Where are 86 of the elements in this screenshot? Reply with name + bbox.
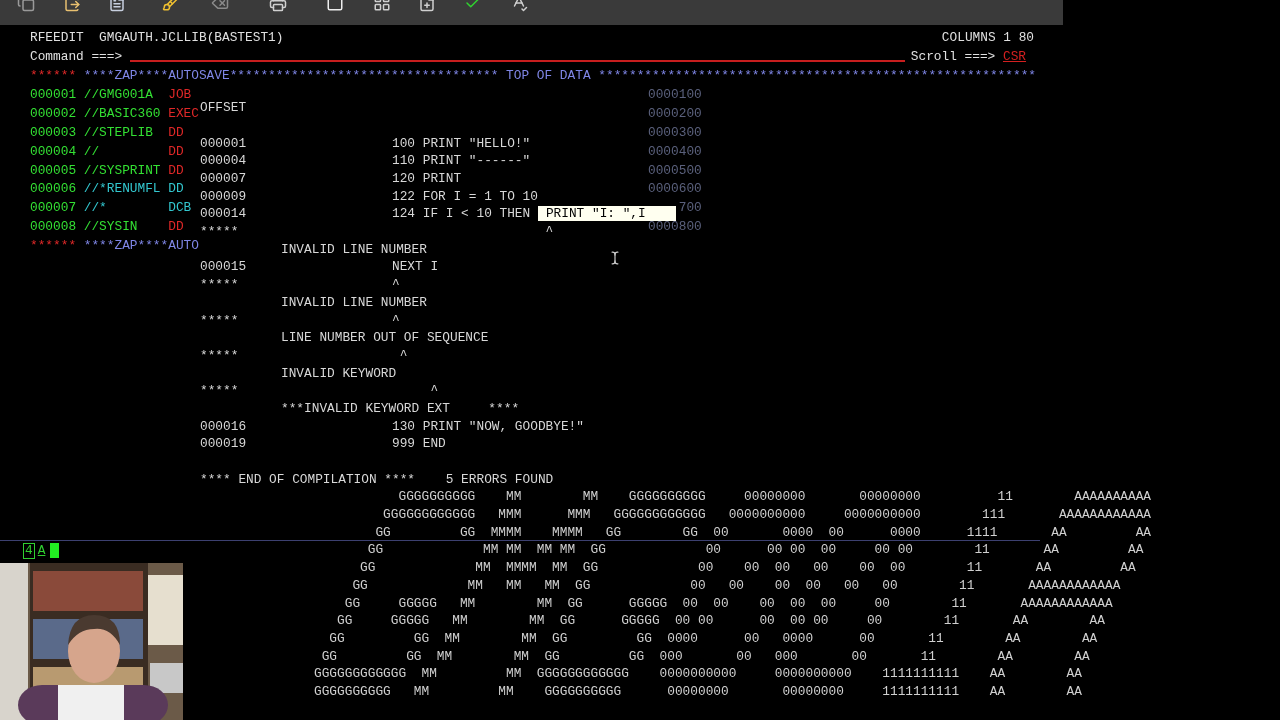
banner-line: GGGGGGGGGGGG MM MM GGGGGGGGGGGG 0000000000 0000000000 1111111111 AA AA xyxy=(314,665,1082,684)
line-number: 000003 xyxy=(30,123,77,142)
command-field[interactable] xyxy=(129,59,905,62)
offset-number: 000015 xyxy=(200,258,248,277)
banner-line: GG GG MM MM GG GG 0000 00 0000 00 11 AA AA xyxy=(328,629,1098,648)
jcl-name: //*RENUMFL xyxy=(83,180,162,199)
line-number: 000006 xyxy=(30,180,77,199)
scroll-field[interactable]: CSR xyxy=(1003,47,1027,67)
highlighted-code: PRINT "I: ",I xyxy=(537,206,676,222)
status-count: 4 xyxy=(23,542,35,559)
banner-line: GG GG MM MM GG GG 000 00 000 00 11 AA AA xyxy=(320,647,1090,666)
banner-line: GG GG MMMM MMMM GG GG 00 0000 00 0000 1111 AA AA xyxy=(374,523,1152,542)
top-of-data-line: ****ZAP****AUTOSAVE*********************************** TOP OF DATA ********************************************************* xyxy=(83,67,1036,86)
scroll-label: Scroll ===> xyxy=(910,48,996,67)
source-code: NEXT I xyxy=(392,258,439,277)
cursor-block xyxy=(50,543,60,559)
banner-line: GGGGGGGGGGGG MMM MMM GGGGGGGGGGGG 0000000000 0000000000 111 AAAAAAAAAAAA xyxy=(382,506,1152,525)
jcl-name: //SYSPRINT xyxy=(83,161,162,180)
error-message: ***INVALID KEYWORD EXT **** xyxy=(281,399,520,418)
banner-line: GG GGGGG MM MM GG GGGGG 00 00 00 00 00 00 11 AAAAAAAAAAAA xyxy=(343,594,1113,613)
line-number: 000005 xyxy=(30,161,77,180)
jcl-operation: DD xyxy=(168,142,184,161)
sequence-number: 0000200 xyxy=(648,105,702,121)
jcl-operation: DD xyxy=(168,180,184,199)
line-number: 000008 xyxy=(30,218,77,237)
error-marker: ***** ^ xyxy=(200,346,408,365)
source-code: 110 PRINT "------" xyxy=(392,152,531,171)
sequence-number: 0000300 xyxy=(648,124,702,140)
line-number: 000007 xyxy=(30,199,77,218)
error-message: INVALID KEYWORD xyxy=(281,364,397,383)
jcl-operation: DD xyxy=(168,161,184,180)
offset-number: 000009 xyxy=(200,187,248,206)
data-marker-label: ****** xyxy=(30,67,77,86)
sequence-number: 0000600 xyxy=(648,181,702,197)
compilation-summary: **** END OF COMPILATION **** 5 ERRORS FOUND xyxy=(200,470,554,489)
sequence-number: 0000100 xyxy=(648,87,702,103)
bottom-of-data-line: ****ZAP****AUTO xyxy=(83,237,199,256)
offset-number: 000014 xyxy=(200,205,248,224)
jcl-name: //STEPLIB xyxy=(83,123,154,142)
sequence-number: 0000400 xyxy=(648,143,702,159)
offset-number: 000004 xyxy=(200,152,248,171)
banner-line: GGGGGGGGGG MM MM GGGGGGGGGG 00000000 00000000 11 AAAAAAAAAA xyxy=(397,488,1152,507)
source-code: 130 PRINT "NOW, GOODBYE!" xyxy=(392,417,584,436)
source-code: 100 PRINT "HELLO!" xyxy=(392,134,531,153)
error-marker: ***** ^ xyxy=(200,311,400,330)
banner-line: GG GGGGG MM MM GG GGGGG 00 00 00 00 00 00 11 AA AA xyxy=(336,612,1105,631)
banner-line: GG MM MM MM MM GG 00 00 00 00 00 00 11 AA AA xyxy=(366,541,1144,560)
jcl-name: // xyxy=(83,142,101,161)
jcl-operation: EXEC xyxy=(168,104,199,123)
jcl-operation: DD xyxy=(168,218,184,237)
sequence-number: 700 xyxy=(678,200,702,216)
jcl-name: //* xyxy=(83,199,108,218)
offset-number: 000019 xyxy=(200,435,248,454)
error-message: INVALID LINE NUMBER xyxy=(281,293,427,312)
line-number: 000002 xyxy=(30,104,77,123)
error-marker: ***** ^ xyxy=(200,223,554,242)
error-message: INVALID LINE NUMBER xyxy=(281,240,427,259)
error-message: LINE NUMBER OUT OF SEQUENCE xyxy=(281,329,489,348)
jcl-operation: DD xyxy=(168,123,184,142)
data-marker-label: ****** xyxy=(30,237,77,256)
editor-title: RFEEDIT GMGAUTH.JCLLIB(BASTEST1) xyxy=(30,29,284,48)
command-label: Command ===> xyxy=(30,48,123,67)
error-marker: ***** ^ xyxy=(200,382,439,401)
line-number: 000001 xyxy=(30,86,77,105)
offset-header: OFFSET xyxy=(200,99,247,118)
offset-number: 000001 xyxy=(200,134,248,153)
sequence-number: 0000800 xyxy=(648,219,702,235)
banner-line: GG MM MM MM GG 00 00 00 00 00 00 11 AAAAAAAAAAAA xyxy=(351,576,1121,595)
line-number: 000004 xyxy=(30,142,77,161)
jcl-operation: DCB xyxy=(168,199,192,218)
banner-line: GG MM MMMM MM GG 00 00 00 00 00 00 11 AA AA xyxy=(359,559,1136,578)
jcl-name: //SYSIN xyxy=(83,218,139,237)
sequence-number: 0000500 xyxy=(648,162,702,178)
source-code: 124 IF I < 10 THEN xyxy=(392,205,531,224)
error-marker: ***** ^ xyxy=(200,276,400,295)
source-code: 999 END xyxy=(392,435,446,454)
offset-number: 000007 xyxy=(200,170,248,188)
banner-line: GGGGGGGGGG MM MM GGGGGGGGGG 00000000 00000000 1111111111 AA AA xyxy=(314,682,1082,701)
status-mode: A xyxy=(37,542,46,561)
source-code: 120 PRINT xyxy=(392,170,462,188)
source-code: 122 FOR I = 1 TO 10 xyxy=(392,187,538,206)
jcl-operation: JOB xyxy=(168,86,192,105)
columns-indicator: COLUMNS 1 80 xyxy=(941,29,1034,48)
jcl-name: //GMG001A xyxy=(83,86,154,105)
offset-number: 000016 xyxy=(200,417,248,436)
jcl-name: //BASIC360 xyxy=(83,104,162,123)
